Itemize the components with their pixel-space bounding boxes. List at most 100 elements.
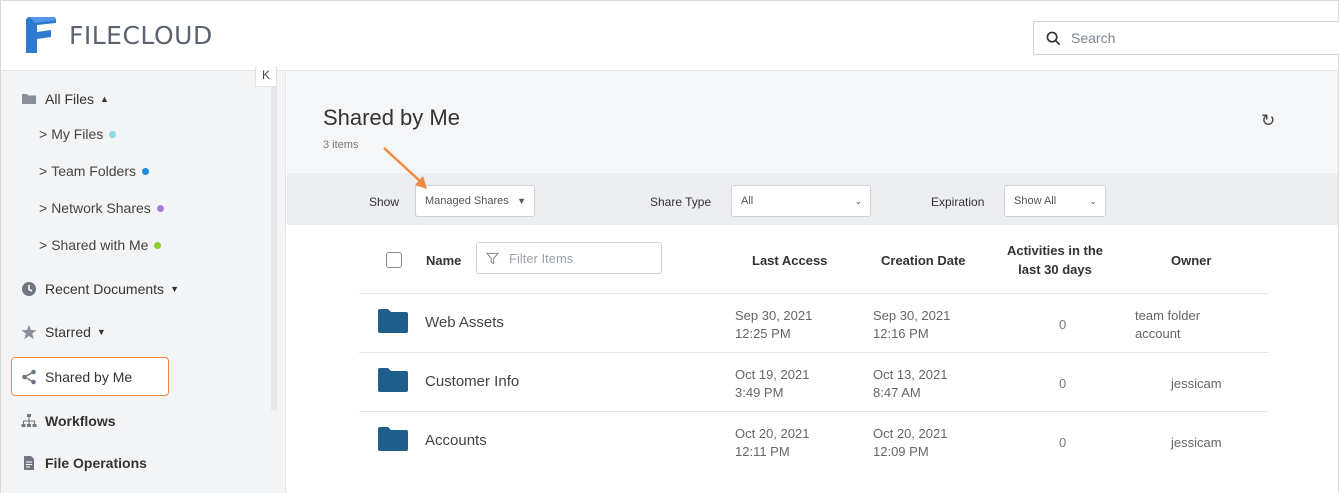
row-activities: 0 [1059, 435, 1067, 450]
last-access-time: 12:25 PM [735, 326, 791, 341]
status-dot [109, 130, 117, 138]
folder-icon [378, 368, 408, 392]
row-owner: jessicam [1171, 435, 1222, 450]
sidebar-item-team-folders[interactable]: > Team Folders [39, 163, 149, 179]
creation-time: 8:47 AM [873, 385, 921, 400]
creation-date: Oct 13, 2021 [873, 367, 948, 382]
creation-time: 12:16 PM [873, 326, 929, 341]
activities-header-line2: last 30 days [1018, 262, 1092, 277]
sidebar-item-label: Network Shares [51, 200, 151, 216]
column-header-last-access[interactable]: Last Access [752, 253, 827, 268]
row-activities: 0 [1059, 317, 1067, 332]
chevron-down-icon: ▼ [517, 196, 526, 206]
column-header-name[interactable]: Name [426, 253, 461, 268]
filecloud-logo-icon [26, 17, 56, 53]
chevron-down-icon: ⌄ [854, 196, 862, 206]
share-icon [22, 369, 36, 385]
star-icon [21, 325, 37, 339]
row-creation-date: Oct 13, 2021 8:47 AM [873, 366, 947, 402]
row-name[interactable]: Customer Info [425, 373, 519, 390]
creation-date: Sep 30, 2021 [873, 308, 951, 323]
expiration-label: Expiration [931, 195, 985, 209]
sidebar-item-label: Recent Documents [45, 281, 165, 297]
chevron-right-icon: > [39, 200, 48, 216]
clock-icon [22, 282, 36, 296]
filter-icon [486, 252, 499, 264]
last-access-date: Oct 19, 2021 [735, 367, 810, 382]
search-box[interactable] [1033, 21, 1339, 55]
refresh-icon[interactable]: ↻ [1261, 111, 1275, 131]
row-creation-date: Oct 20, 2021 12:09 PM [873, 425, 947, 461]
sidebar-item-label: Workflows [45, 413, 116, 429]
caret-down-icon: ▼ [170, 284, 179, 294]
row-creation-date: Sep 30, 2021 12:16 PM [873, 307, 950, 343]
column-header-activities[interactable]: Activities in the last 30 days [995, 241, 1115, 279]
expiration-select[interactable]: Show All ⌄ [1004, 185, 1106, 217]
creation-time: 12:09 PM [873, 444, 929, 459]
sidebar-item-file-operations[interactable]: File Operations [21, 455, 147, 471]
chevron-right-icon: > [39, 163, 48, 179]
sidebar: K All Files ▲ > My Files > Team Folders … [1, 67, 286, 493]
status-dot [142, 167, 149, 175]
caret-up-icon: ▲ [100, 94, 109, 104]
last-access-time: 3:49 PM [735, 385, 784, 400]
top-header: FILECLOUD [1, 1, 1339, 71]
search-input[interactable] [1071, 30, 1311, 46]
filter-items-input[interactable] [509, 250, 649, 266]
expiration-select-value: Show All [1014, 195, 1057, 207]
sidebar-item-workflows[interactable]: Workflows [21, 413, 116, 429]
table-row[interactable]: Web Assets Sep 30, 2021 12:25 PM Sep 30,… [359, 294, 1269, 352]
sidebar-item-label: Shared with Me [51, 237, 149, 253]
owner-line1: team folder [1135, 308, 1201, 323]
table-row[interactable]: Customer Info Oct 19, 2021 3:49 PM Oct 1… [359, 353, 1269, 411]
sidebar-item-label: Team Folders [51, 163, 136, 179]
collapse-sidebar-button[interactable]: K [255, 67, 277, 87]
workflow-icon [21, 414, 37, 427]
sidebar-item-all-files[interactable]: All Files ▲ [21, 91, 109, 107]
sidebar-item-network-shares[interactable]: > Network Shares [39, 200, 164, 216]
app-name: FILECLOUD [69, 20, 213, 50]
sidebar-scrollbar[interactable] [271, 71, 277, 411]
row-activities: 0 [1059, 376, 1067, 391]
activities-header-line1: Activities in the [1006, 243, 1104, 258]
chevron-right-icon: > [39, 126, 48, 142]
search-icon [1046, 31, 1061, 45]
sidebar-item-recent-documents[interactable]: Recent Documents ▼ [21, 281, 179, 297]
row-owner: jessicam [1171, 376, 1222, 391]
sidebar-item-shared-with-me[interactable]: > Shared with Me [39, 237, 162, 253]
last-access-date: Oct 20, 2021 [735, 426, 810, 441]
folder-icon [378, 427, 408, 451]
sidebar-item-my-files[interactable]: > My Files [39, 126, 117, 142]
folder-icon [378, 309, 408, 333]
sidebar-item-starred[interactable]: Starred ▼ [21, 324, 106, 340]
column-header-owner[interactable]: Owner [1171, 253, 1211, 268]
sidebar-item-label: Starred [45, 324, 91, 340]
share-type-select[interactable]: All ⌄ [731, 185, 871, 217]
chevron-down-icon: ⌄ [1089, 196, 1097, 206]
column-header-creation-date[interactable]: Creation Date [881, 253, 966, 268]
row-owner: team folder account [1135, 307, 1200, 343]
row-name[interactable]: Accounts [425, 432, 487, 449]
select-all-checkbox[interactable] [386, 252, 402, 268]
folder-icon [22, 94, 36, 104]
row-name[interactable]: Web Assets [425, 314, 504, 331]
row-last-access: Oct 20, 2021 12:11 PM [735, 425, 809, 461]
row-last-access: Sep 30, 2021 12:25 PM [735, 307, 812, 343]
sidebar-item-label: File Operations [45, 455, 147, 471]
filter-items-box[interactable] [476, 242, 662, 274]
sidebar-item-shared-by-me[interactable]: Shared by Me [21, 369, 132, 385]
chevron-right-icon: > [39, 237, 48, 253]
sidebar-item-label: All Files [45, 91, 95, 107]
caret-down-icon: ▼ [96, 327, 106, 337]
sidebar-item-label: My Files [51, 126, 104, 142]
status-dot [156, 204, 164, 212]
table-row[interactable]: Accounts Oct 20, 2021 12:11 PM Oct 20, 2… [359, 412, 1269, 470]
sidebar-item-label: Shared by Me [45, 369, 133, 385]
main-content: Shared by Me 3 items ↻ Show Managed Shar… [287, 71, 1338, 493]
last-access-date: Sep 30, 2021 [735, 308, 813, 323]
status-dot [154, 241, 162, 249]
last-access-time: 12:11 PM [735, 444, 790, 459]
share-type-select-value: All [741, 195, 754, 207]
app-logo[interactable]: FILECLOUD [23, 15, 213, 55]
owner-line2: account [1135, 326, 1181, 341]
